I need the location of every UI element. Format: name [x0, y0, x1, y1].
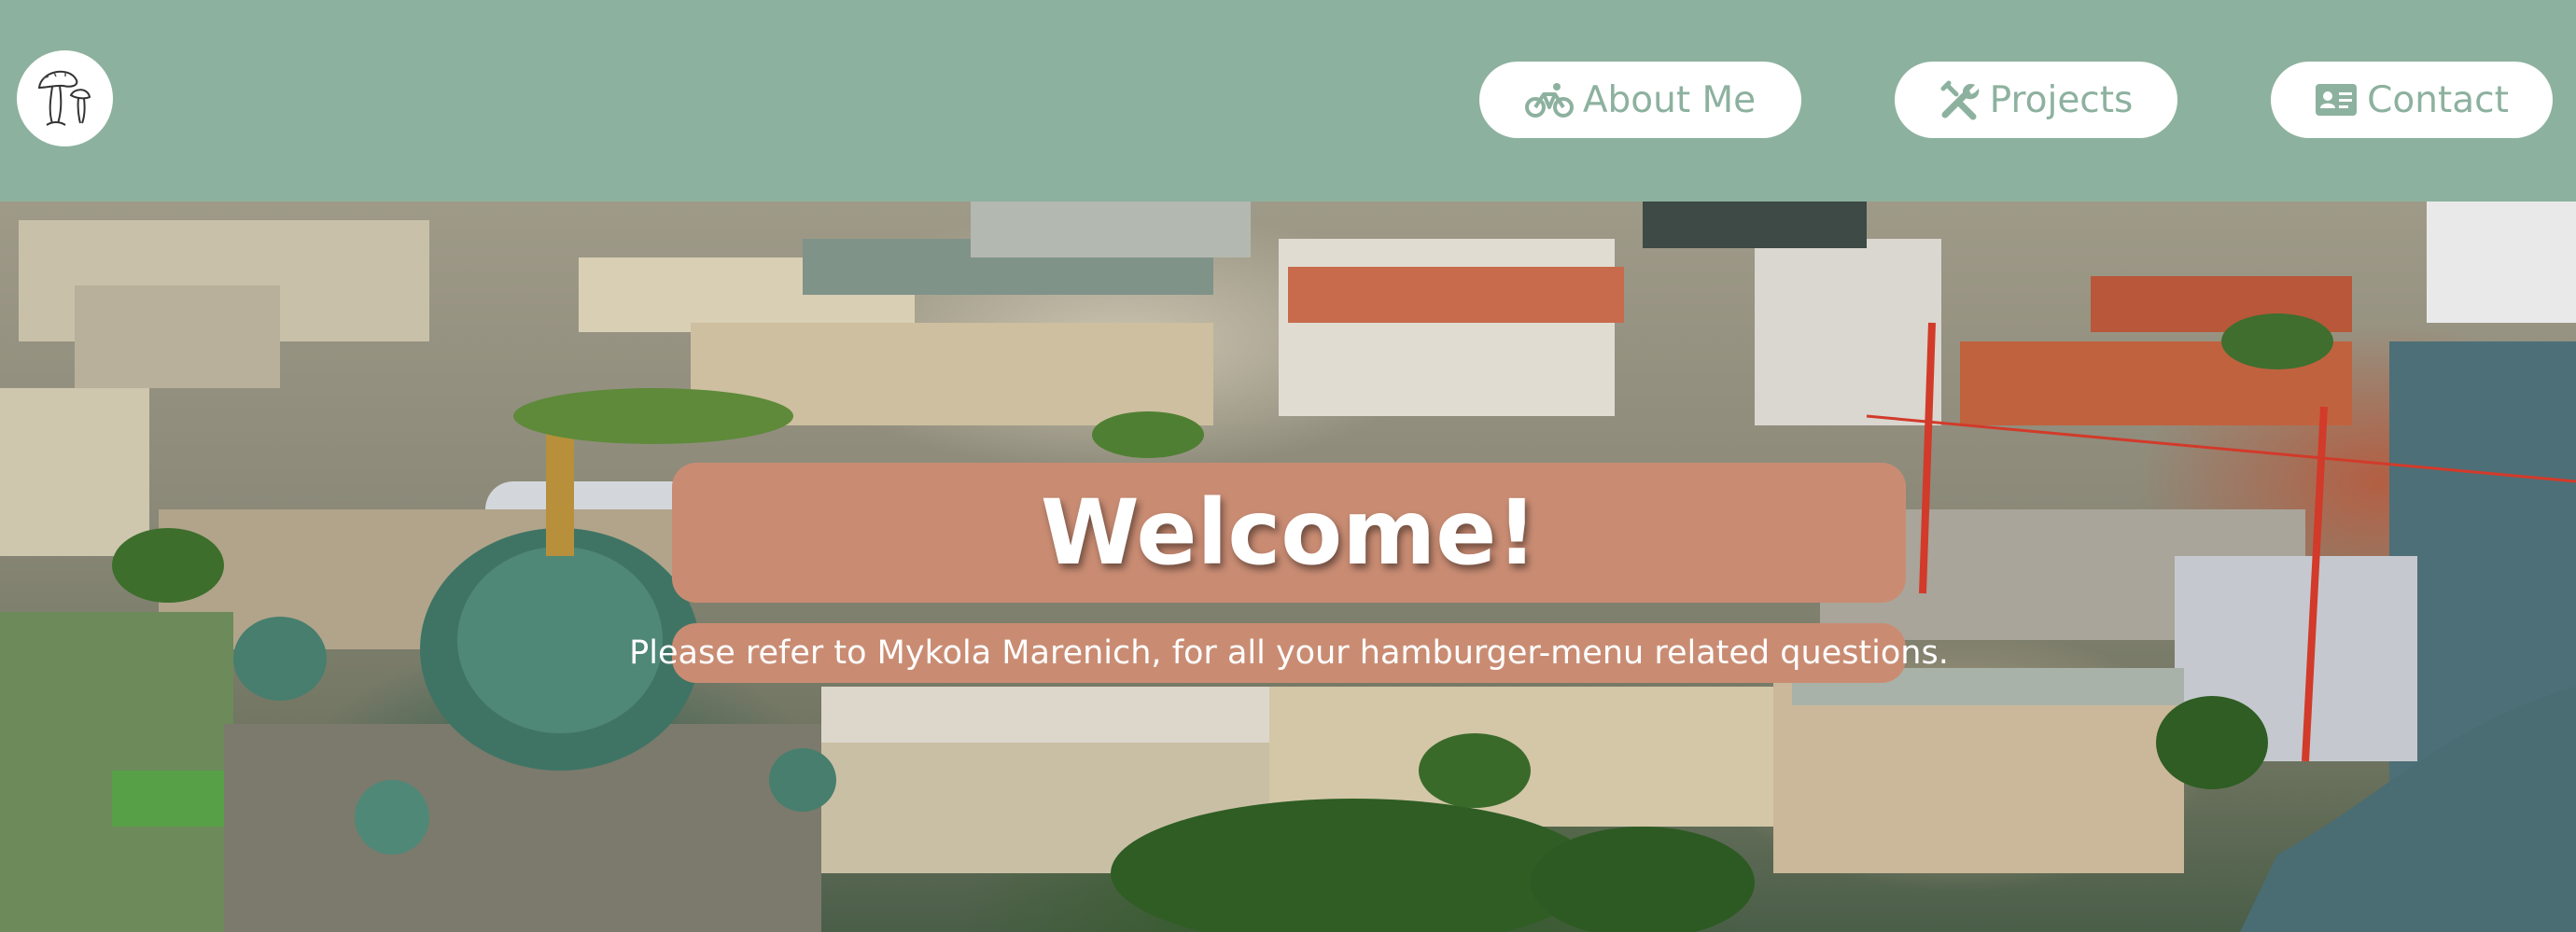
nav-contact-button[interactable]: Contact: [2271, 62, 2553, 138]
welcome-heading: Welcome!: [1040, 480, 1538, 585]
mushroom-sketch-icon: [28, 60, 103, 138]
nav-projects-button[interactable]: Projects: [1895, 62, 2177, 138]
bicycle-icon: [1524, 81, 1574, 118]
tools-icon: [1939, 79, 1981, 120]
nav-contact-label: Contact: [2367, 78, 2509, 121]
hero-section: Welcome! Please refer to Mykola Marenich…: [0, 202, 2576, 932]
nav-about-me-label: About Me: [1582, 78, 1757, 121]
nav-projects-label: Projects: [1989, 78, 2134, 121]
subtitle-banner: Please refer to Mykola Marenich, for all…: [629, 623, 1949, 683]
welcome-banner: Welcome!: [672, 463, 1906, 603]
page: About Me Projects Contact Welcome! Pleas…: [0, 0, 2576, 932]
site-header: About Me Projects Contact: [0, 0, 2576, 202]
subtitle-text: Please refer to Mykola Marenich, for all…: [629, 634, 1949, 672]
id-card-icon: [2315, 83, 2358, 117]
logo[interactable]: [17, 50, 113, 146]
nav-about-me-button[interactable]: About Me: [1479, 62, 1801, 138]
